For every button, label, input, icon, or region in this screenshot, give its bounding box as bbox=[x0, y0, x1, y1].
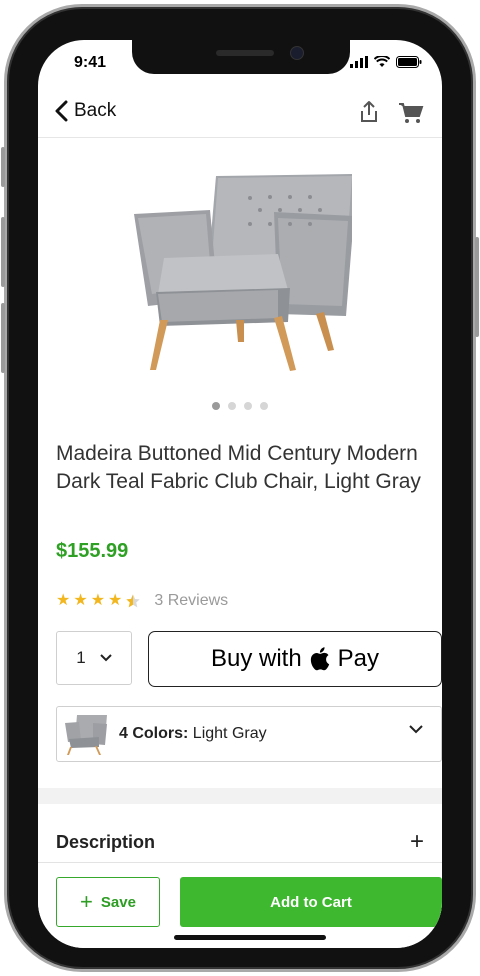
back-label: Back bbox=[74, 100, 117, 121]
save-label: Save bbox=[100, 893, 136, 911]
cart-icon[interactable] bbox=[398, 102, 424, 124]
save-button[interactable]: + Save bbox=[56, 877, 160, 927]
color-selected: Light Gray bbox=[192, 725, 267, 742]
status-icons bbox=[350, 56, 422, 68]
description-toggle[interactable]: Description + bbox=[56, 828, 424, 856]
status-time: 9:41 bbox=[74, 54, 107, 71]
back-button[interactable]: Back bbox=[54, 100, 116, 122]
volume-down-button bbox=[1, 303, 5, 373]
speaker bbox=[216, 50, 274, 56]
apple-pay-prefix: Buy with bbox=[210, 645, 302, 672]
gallery-pagination[interactable] bbox=[38, 402, 442, 410]
star-icon: ★ bbox=[73, 592, 88, 609]
armchair-image[interactable] bbox=[128, 166, 352, 388]
chevron-down-icon bbox=[100, 654, 112, 662]
description-label: Description bbox=[56, 831, 156, 852]
quantity-value: 1 bbox=[76, 648, 86, 667]
star-icon: ★ bbox=[108, 592, 123, 609]
section-separator bbox=[38, 788, 442, 804]
color-count: 4 Colors: bbox=[119, 725, 189, 742]
product-title: Madeira Buttoned Mid Century Modern Dark… bbox=[56, 442, 421, 493]
chevron-down-icon bbox=[409, 725, 423, 734]
signal-icon bbox=[350, 56, 368, 68]
color-thumbnail-image bbox=[65, 715, 107, 755]
star-icon: ★ bbox=[56, 592, 71, 609]
gallery-dot[interactable] bbox=[260, 402, 268, 410]
share-icon[interactable] bbox=[358, 100, 380, 124]
half-star-icon bbox=[126, 594, 141, 608]
battery-icon bbox=[396, 56, 422, 68]
home-indicator[interactable] bbox=[174, 935, 326, 940]
product-rating[interactable]: ★ ★ ★ ★ 3 Reviews bbox=[56, 592, 228, 610]
wifi-icon bbox=[374, 56, 390, 67]
app-screen: 9:41 Back Madeira Buttoned Mid Century M… bbox=[38, 40, 442, 948]
plus-icon: + bbox=[409, 828, 424, 855]
mute-switch bbox=[1, 147, 5, 187]
apple-pay-button[interactable]: Buy with Pay bbox=[148, 631, 442, 687]
plus-icon: + bbox=[80, 889, 93, 914]
star-icon: ★ bbox=[90, 592, 106, 609]
color-label: 4 Colors: Light Gray bbox=[119, 725, 267, 743]
nav-divider bbox=[38, 137, 442, 138]
gallery-dot[interactable] bbox=[212, 402, 220, 410]
add-to-cart-button[interactable]: Add to Cart bbox=[180, 877, 442, 927]
apple-logo-icon bbox=[310, 647, 329, 671]
product-price: $155.99 bbox=[56, 540, 129, 562]
color-select[interactable]: 4 Colors: Light Gray bbox=[56, 706, 442, 762]
chevron-left-icon bbox=[55, 100, 68, 122]
power-button bbox=[475, 237, 479, 337]
gallery-dot[interactable] bbox=[228, 402, 236, 410]
reviews-link[interactable]: 3 Reviews bbox=[154, 592, 228, 610]
nav-bar: Back bbox=[38, 92, 442, 138]
front-camera bbox=[290, 46, 304, 60]
apple-pay-suffix: Pay bbox=[337, 645, 380, 672]
volume-up-button bbox=[1, 217, 5, 287]
notch bbox=[132, 40, 350, 74]
gallery-dot[interactable] bbox=[244, 402, 252, 410]
quantity-select[interactable]: 1 bbox=[56, 631, 132, 685]
